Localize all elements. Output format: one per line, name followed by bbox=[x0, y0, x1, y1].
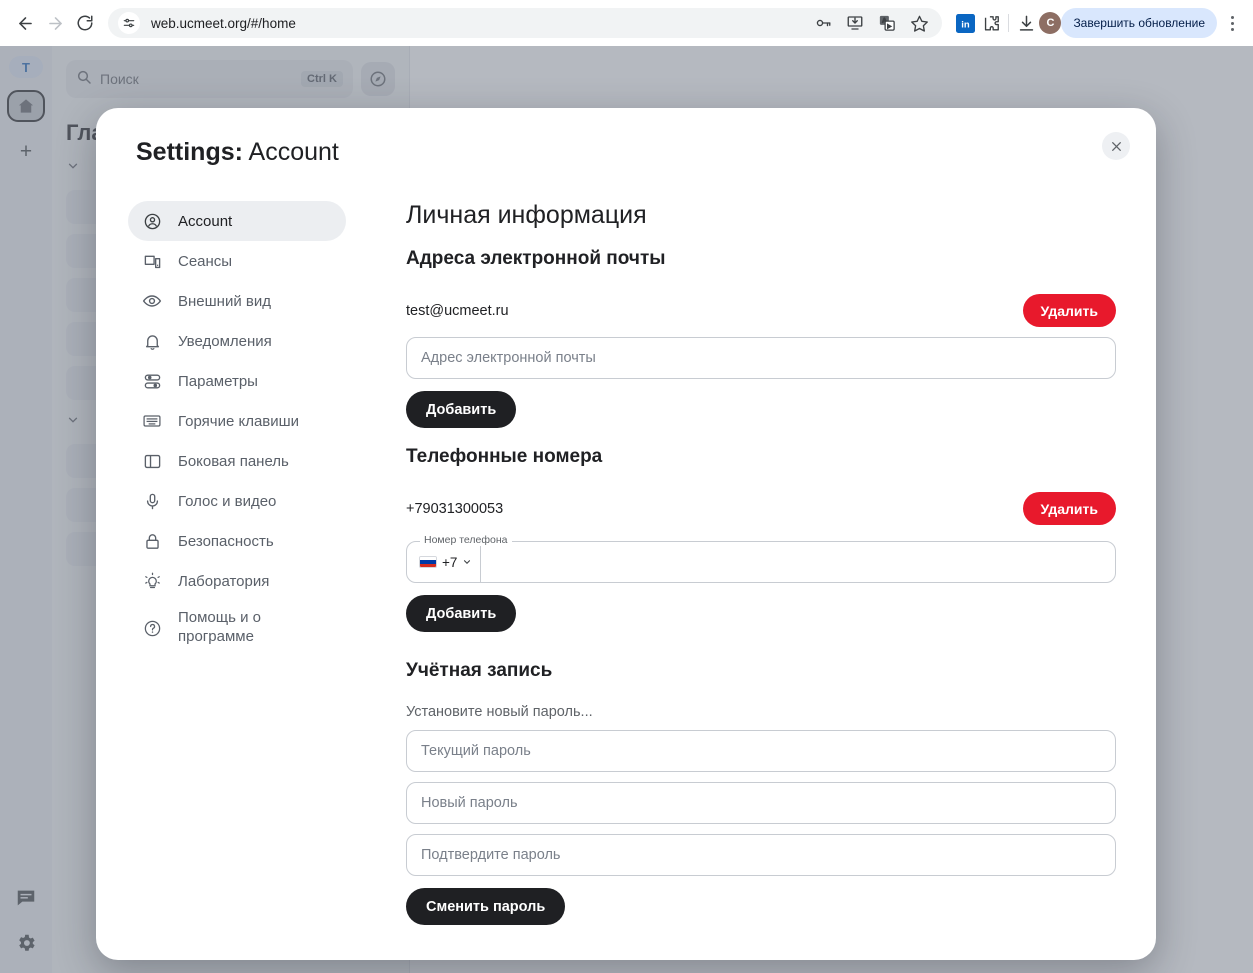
sidebar-item-label: Боковая панель bbox=[178, 453, 289, 470]
phone-value: +79031300053 bbox=[406, 501, 503, 517]
sidebar-item-hotkeys[interactable]: Горячие клавиши bbox=[128, 401, 346, 441]
sidebar-item-label: Помощь и о программе bbox=[178, 609, 332, 647]
settings-nav: Account Сеансы Внешний вид bbox=[128, 201, 346, 925]
password-hint: Установите новый пароль... bbox=[406, 704, 1116, 720]
devices-icon bbox=[142, 251, 162, 271]
avatar[interactable]: C bbox=[1039, 12, 1061, 34]
sidebar-item-label: Account bbox=[178, 213, 232, 230]
sidebar-item-label: Сеансы bbox=[178, 253, 232, 270]
add-phone-button[interactable]: Добавить bbox=[406, 595, 516, 632]
modal-body: Account Сеансы Внешний вид bbox=[96, 167, 1156, 925]
email-row: test@ucmeet.ru Удалить bbox=[406, 294, 1116, 327]
sidebar-item-account[interactable]: Account bbox=[128, 201, 346, 241]
sidebar-item-label: Параметры bbox=[178, 373, 258, 390]
section-heading-phones: Телефонные номера bbox=[406, 446, 1116, 468]
settings-modal: Settings: Account Account Сеансы bbox=[96, 108, 1156, 960]
omnibox-actions: A bbox=[802, 10, 932, 36]
phone-field-wrapper: Номер телефона +7 bbox=[406, 541, 1116, 583]
phone-number-input[interactable] bbox=[481, 542, 1115, 582]
microphone-icon bbox=[142, 491, 162, 511]
phone-row: +79031300053 Удалить bbox=[406, 492, 1116, 525]
back-arrow-icon[interactable] bbox=[10, 8, 40, 38]
close-icon[interactable] bbox=[1102, 132, 1130, 160]
chevron-down-icon bbox=[462, 555, 472, 570]
sidebar-item-sessions[interactable]: Сеансы bbox=[128, 241, 346, 281]
sidebar-item-label: Голос и видео bbox=[178, 493, 276, 510]
translate-icon[interactable]: A bbox=[874, 10, 900, 36]
download-icon[interactable] bbox=[1013, 10, 1039, 36]
country-code-value: +7 bbox=[442, 555, 457, 570]
country-code-select[interactable]: +7 bbox=[407, 542, 481, 582]
toolbar-divider bbox=[1008, 14, 1009, 32]
modal-title-prefix: Settings: bbox=[136, 138, 243, 166]
settings-content: Личная информация Адреса электронной поч… bbox=[346, 201, 1156, 925]
sidebar-item-notifications[interactable]: Уведомления bbox=[128, 321, 346, 361]
forward-arrow-icon[interactable] bbox=[40, 8, 70, 38]
sidebar-item-label: Уведомления bbox=[178, 333, 272, 350]
puzzle-extensions-icon[interactable] bbox=[978, 10, 1004, 36]
modal-title-section: Account bbox=[249, 138, 339, 166]
svg-text:in: in bbox=[961, 19, 970, 30]
page-viewport: T + Поиск Ct bbox=[0, 46, 1253, 973]
phone-field[interactable]: +7 bbox=[406, 541, 1116, 583]
reload-icon[interactable] bbox=[70, 8, 100, 38]
sidebar-item-label: Безопасность bbox=[178, 533, 274, 550]
section-heading-account: Учётная запись bbox=[406, 660, 1116, 682]
sidebar-item-voice-video[interactable]: Голос и видео bbox=[128, 481, 346, 521]
browser-toolbar: web.ucmeet.org/#/home A in C Завершить о… bbox=[0, 0, 1253, 46]
current-password-field[interactable] bbox=[406, 730, 1116, 772]
delete-phone-button[interactable]: Удалить bbox=[1023, 492, 1116, 525]
email-value: test@ucmeet.ru bbox=[406, 303, 509, 319]
russia-flag-icon bbox=[419, 556, 437, 568]
sidebar-item-appearance[interactable]: Внешний вид bbox=[128, 281, 346, 321]
delete-email-button[interactable]: Удалить bbox=[1023, 294, 1116, 327]
sidebar-item-label: Горячие клавиши bbox=[178, 413, 299, 430]
new-password-field[interactable] bbox=[406, 782, 1116, 824]
finish-update-button[interactable]: Завершить обновление bbox=[1061, 8, 1217, 38]
lightbulb-icon bbox=[142, 571, 162, 591]
bell-icon bbox=[142, 331, 162, 351]
confirm-password-field[interactable] bbox=[406, 834, 1116, 876]
question-circle-icon bbox=[142, 618, 162, 638]
sidebar-item-help-about[interactable]: Помощь и о программе bbox=[128, 601, 346, 655]
phone-field-label: Номер телефона bbox=[420, 534, 512, 546]
sidebar-item-parameters[interactable]: Параметры bbox=[128, 361, 346, 401]
url-text: web.ucmeet.org/#/home bbox=[151, 16, 296, 31]
sidebar-item-security[interactable]: Безопасность bbox=[128, 521, 346, 561]
sidebar-panel-icon bbox=[142, 451, 162, 471]
eye-icon bbox=[142, 291, 162, 311]
change-password-button[interactable]: Сменить пароль bbox=[406, 888, 565, 925]
lock-icon bbox=[142, 531, 162, 551]
address-bar[interactable]: web.ucmeet.org/#/home A bbox=[108, 8, 942, 38]
section-heading-personal: Личная информация bbox=[406, 201, 1116, 230]
sliders-icon bbox=[142, 371, 162, 391]
sidebar-item-label: Лаборатория bbox=[178, 573, 269, 590]
password-manager-icon[interactable] bbox=[810, 10, 836, 36]
modal-title: Settings: Account bbox=[96, 108, 1156, 167]
sidebar-item-laboratory[interactable]: Лаборатория bbox=[128, 561, 346, 601]
site-settings-icon[interactable] bbox=[118, 12, 140, 34]
linkedin-extension-icon[interactable]: in bbox=[952, 10, 978, 36]
sidebar-item-label: Внешний вид bbox=[178, 293, 271, 310]
bookmark-star-icon[interactable] bbox=[906, 10, 932, 36]
keyboard-icon bbox=[142, 411, 162, 431]
section-heading-emails: Адреса электронной почты bbox=[406, 248, 1116, 270]
sidebar-item-sidepanel[interactable]: Боковая панель bbox=[128, 441, 346, 481]
kebab-menu-icon[interactable] bbox=[1221, 16, 1243, 31]
install-app-icon[interactable] bbox=[842, 10, 868, 36]
user-circle-icon bbox=[142, 211, 162, 231]
email-field[interactable] bbox=[406, 337, 1116, 379]
add-email-button[interactable]: Добавить bbox=[406, 391, 516, 428]
